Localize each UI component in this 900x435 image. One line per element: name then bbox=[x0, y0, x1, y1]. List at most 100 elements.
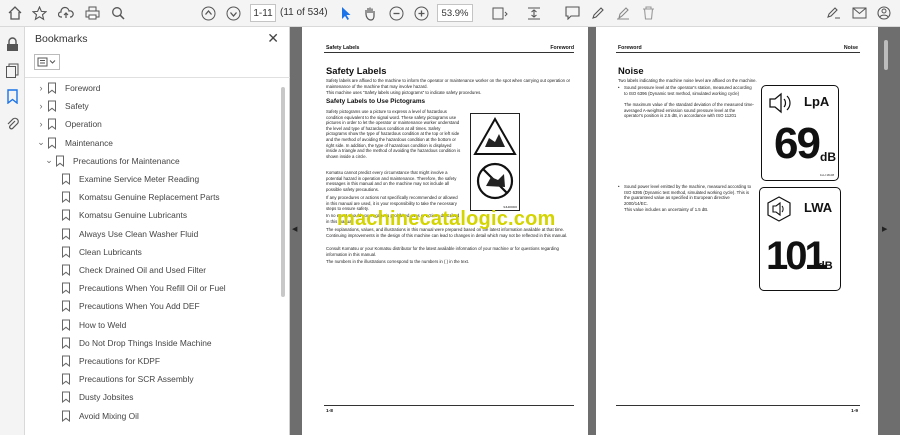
bookmark-item[interactable]: Always Use Clean Washer Fluid bbox=[53, 225, 198, 243]
bookmark-flag-icon bbox=[62, 173, 70, 185]
bookmark-icon[interactable] bbox=[5, 89, 20, 105]
page-header-left: Foreword bbox=[618, 45, 642, 51]
collapse-left-icon[interactable]: ◀ bbox=[292, 225, 297, 233]
bookmark-flag-icon bbox=[56, 155, 64, 167]
bookmark-item[interactable]: Precautions When You Add DEF bbox=[53, 297, 200, 315]
bookmark-item[interactable]: ⌄ Maintenance bbox=[35, 134, 113, 152]
bookmarks-scrollbar[interactable] bbox=[281, 87, 285, 297]
bookmarks-panel: Bookmarks ✕ › Foreword › Safety › Operation ⌄ M… bbox=[25, 27, 290, 435]
bullet-text: This value includes an uncertainty of 1.… bbox=[624, 207, 709, 212]
account-icon[interactable] bbox=[876, 3, 892, 23]
upload-cloud-icon[interactable] bbox=[57, 3, 75, 23]
label-value: 69 bbox=[774, 119, 821, 168]
bookmark-item[interactable]: › Operation bbox=[35, 115, 102, 133]
bookmark-item[interactable]: Komatsu Genuine Lubricants bbox=[53, 206, 187, 224]
bookmark-item[interactable]: Precautions for SCR Assembly bbox=[53, 370, 194, 388]
bookmark-flag-icon bbox=[62, 228, 70, 240]
bookmark-item[interactable]: Precautions When You Refill Oil or Fuel bbox=[53, 279, 226, 297]
top-toolbar: 1-11 (11 of 534) 53.9% bbox=[0, 0, 900, 27]
bookmark-flag-icon bbox=[48, 137, 56, 149]
home-icon[interactable] bbox=[6, 3, 24, 23]
bookmark-item[interactable]: › Foreword bbox=[35, 79, 100, 97]
section-title: Safety Labels bbox=[326, 65, 387, 76]
zoom-search-icon[interactable] bbox=[109, 3, 127, 23]
bookmark-item[interactable]: Do Not Drop Things Inside Machine bbox=[53, 334, 212, 352]
zoom-level-select[interactable]: 53.9% bbox=[437, 4, 473, 22]
bullet: • bbox=[618, 184, 620, 189]
bookmark-item[interactable]: › Safety bbox=[35, 97, 89, 115]
footer-rule bbox=[616, 405, 860, 406]
chevron-right-icon[interactable]: › bbox=[35, 119, 47, 129]
bookmark-label: Komatsu Genuine Replacement Parts bbox=[79, 192, 220, 203]
label-unit: dB bbox=[818, 260, 833, 272]
chevron-down-icon[interactable]: ⌄ bbox=[35, 137, 47, 148]
delete-icon[interactable] bbox=[640, 3, 656, 23]
bookmark-label: Komatsu Genuine Lubricants bbox=[79, 210, 188, 221]
page-header-right: Foreword bbox=[550, 45, 574, 51]
divider bbox=[25, 77, 290, 78]
bookmark-label: Precautions for KDPF bbox=[79, 356, 160, 366]
header-rule bbox=[616, 52, 860, 53]
expand-right-icon[interactable]: ▶ bbox=[882, 225, 887, 233]
previous-page-icon[interactable] bbox=[199, 3, 217, 23]
bookmark-flag-icon bbox=[62, 410, 70, 422]
hand-tool-icon[interactable] bbox=[362, 3, 378, 23]
fit-page-icon[interactable] bbox=[490, 3, 510, 23]
bookmark-flag-icon bbox=[62, 337, 70, 349]
paragraph: Komatsu cannot predict every circumstanc… bbox=[326, 170, 457, 192]
bookmark-item[interactable]: Precautions for KDPF bbox=[53, 352, 160, 370]
bookmark-item[interactable]: Check Drained Oil and Used Filter bbox=[53, 261, 206, 279]
bookmark-label: Maintenance bbox=[65, 137, 113, 148]
bookmark-label: Safety bbox=[65, 101, 89, 112]
select-cursor-icon[interactable] bbox=[338, 3, 354, 23]
bookmark-item[interactable]: Examine Service Meter Reading bbox=[53, 170, 199, 188]
chevron-right-icon[interactable]: › bbox=[35, 83, 47, 93]
bookmark-flag-icon bbox=[62, 246, 70, 258]
page-header-left: Safety Labels bbox=[326, 45, 360, 51]
lock-icon[interactable] bbox=[5, 37, 20, 52]
next-page-icon[interactable] bbox=[224, 3, 242, 23]
footer-rule bbox=[324, 405, 574, 406]
intro-text: Safety labels are affixed to the machine… bbox=[326, 78, 571, 89]
bookmark-label: Operation bbox=[65, 119, 102, 130]
mail-icon[interactable] bbox=[851, 3, 867, 23]
zoom-out-icon[interactable] bbox=[388, 3, 404, 23]
edit-link-icon[interactable] bbox=[825, 3, 841, 23]
bookmark-flag-icon bbox=[62, 264, 70, 276]
bookmark-item[interactable]: Komatsu Genuine Replacement Parts bbox=[53, 188, 220, 206]
star-icon[interactable] bbox=[30, 3, 48, 23]
page-count: (11 of 534) bbox=[280, 7, 328, 18]
chevron-right-icon[interactable]: › bbox=[35, 101, 47, 111]
scroll-mode-icon[interactable] bbox=[526, 3, 542, 23]
chevron-down-icon[interactable]: ⌄ bbox=[43, 155, 55, 166]
speaker-icon bbox=[769, 92, 791, 114]
comment-icon[interactable] bbox=[564, 3, 580, 23]
bookmark-options-button[interactable] bbox=[34, 54, 60, 70]
close-icon[interactable]: ✕ bbox=[267, 30, 279, 47]
label-unit: dB bbox=[820, 150, 836, 164]
page-number-input[interactable]: 1-11 bbox=[250, 4, 276, 22]
bookmark-item[interactable]: ⌄ Precautions for Maintenance bbox=[43, 152, 180, 170]
bookmark-item[interactable]: Avoid Mixing Oil bbox=[53, 407, 139, 425]
bookmark-item[interactable]: Clean Lubricants bbox=[53, 243, 142, 261]
bookmark-label: Dusty Jobsites bbox=[79, 392, 134, 403]
viewer-scrollbar[interactable] bbox=[884, 40, 888, 70]
highlight-icon[interactable] bbox=[615, 3, 631, 23]
label-value: 101 bbox=[766, 234, 827, 278]
zoom-in-icon[interactable] bbox=[413, 3, 429, 23]
attachment-icon[interactable] bbox=[5, 116, 20, 131]
pictogram-label-figure: 9JH00000 bbox=[470, 113, 520, 211]
intro-text-2: This machine uses “Safety labels using p… bbox=[326, 90, 482, 95]
power-speaker-icon bbox=[767, 196, 791, 222]
bookmark-flag-icon bbox=[62, 191, 70, 204]
bookmark-item[interactable]: How to Weld bbox=[53, 316, 126, 334]
bookmark-label: Precautions When You Refill Oil or Fuel bbox=[79, 283, 226, 294]
bookmark-item[interactable]: Dusty Jobsites bbox=[53, 388, 133, 406]
paragraph: Safety pictograms use a picture to expre… bbox=[326, 109, 461, 159]
print-icon[interactable] bbox=[83, 3, 101, 23]
bookmark-label: How to Weld bbox=[79, 319, 127, 330]
pen-icon[interactable] bbox=[590, 3, 606, 23]
pages-icon[interactable] bbox=[5, 63, 20, 78]
bullet-text: Sound pressure level at the operator's s… bbox=[624, 85, 752, 96]
page-right: Foreword Noise Noise Two labels indicati… bbox=[596, 27, 878, 435]
